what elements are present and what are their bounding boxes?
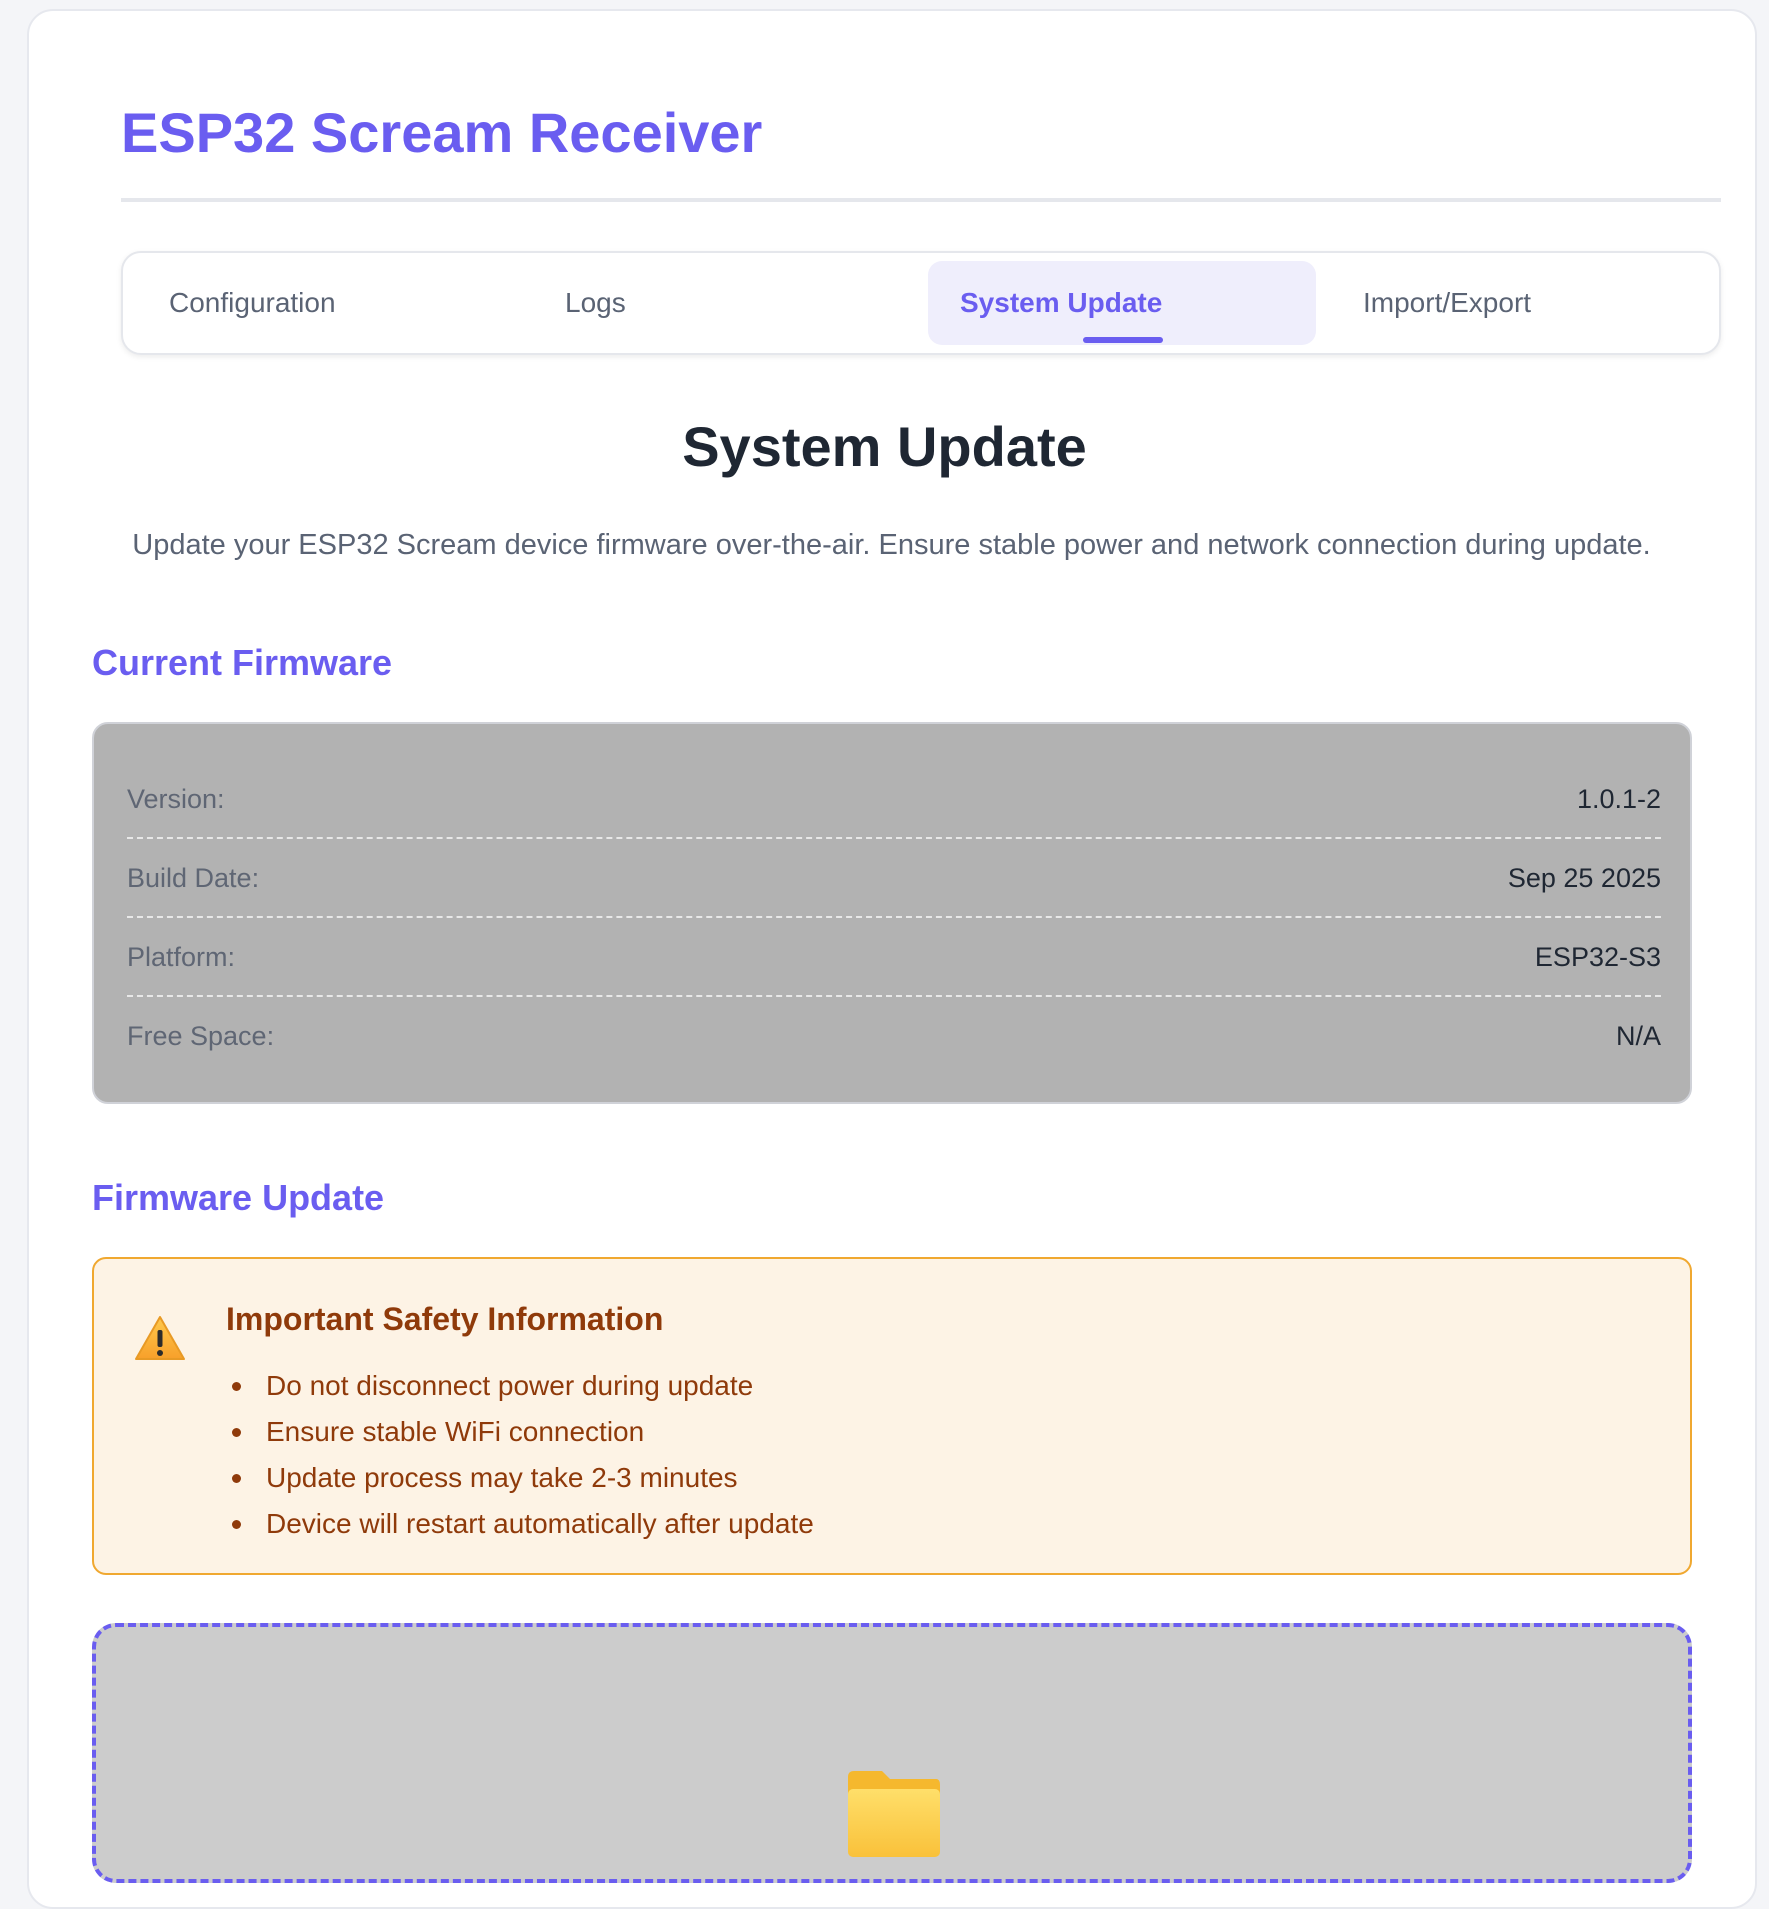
- warning-list: Do not disconnect power during update En…: [232, 1363, 814, 1547]
- info-row-build-date: Build Date: Sep 25 2025: [127, 839, 1661, 918]
- list-item: Update process may take 2-3 minutes: [232, 1455, 814, 1501]
- tab-logs[interactable]: Logs: [525, 261, 913, 345]
- info-value: ESP32-S3: [1534, 942, 1661, 972]
- list-item-text: Do not disconnect power during update: [266, 1370, 754, 1401]
- warning-title: Important Safety Information: [226, 1301, 664, 1337]
- tab-bar: Configuration Logs System Update Import/…: [121, 251, 1721, 355]
- firmware-file-dropzone[interactable]: [92, 1623, 1692, 1883]
- tab-label: Import/Export: [1363, 287, 1532, 318]
- tab-import-export[interactable]: Import/Export: [1323, 261, 1711, 345]
- info-key: Build Date:: [127, 863, 260, 893]
- info-key: Free Space:: [127, 1021, 275, 1051]
- tab-label: System Update: [960, 287, 1163, 318]
- info-value: N/A: [1615, 1021, 1661, 1051]
- current-firmware-panel: Version: 1.0.1-2 Build Date: Sep 25 2025…: [92, 722, 1692, 1104]
- list-item: Device will restart automatically after …: [232, 1501, 814, 1547]
- info-key: Version:: [127, 784, 225, 814]
- tab-label: Configuration: [169, 287, 336, 318]
- active-tab-indicator: [1083, 337, 1163, 343]
- list-item-text: Device will restart automatically after …: [266, 1508, 814, 1539]
- folder-icon: [848, 1771, 940, 1857]
- info-row-free-space: Free Space: N/A: [127, 997, 1661, 1076]
- list-item-text: Ensure stable WiFi connection: [266, 1416, 645, 1447]
- info-value: Sep 25 2025: [1507, 863, 1661, 893]
- list-item-text: Update process may take 2-3 minutes: [266, 1462, 738, 1493]
- tab-label: Logs: [565, 287, 626, 318]
- info-row-platform: Platform: ESP32-S3: [127, 918, 1661, 997]
- warning-icon: [135, 1316, 185, 1360]
- bullet: [232, 1520, 241, 1529]
- safety-warning-box: Important Safety Information Do not disc…: [92, 1257, 1692, 1575]
- app-title: ESP32 Scream Receiver: [121, 101, 763, 164]
- info-value: 1.0.1-2: [1576, 784, 1661, 814]
- bullet: [232, 1428, 241, 1437]
- list-item: Do not disconnect power during update: [232, 1363, 814, 1409]
- tab-configuration[interactable]: Configuration: [129, 261, 517, 345]
- info-key: Platform:: [127, 942, 236, 972]
- page-description: Update your ESP32 Scream device firmware…: [132, 529, 1651, 561]
- current-firmware-heading: Current Firmware: [92, 642, 393, 683]
- tab-system-update[interactable]: System Update: [928, 261, 1316, 345]
- list-item: Ensure stable WiFi connection: [232, 1409, 814, 1455]
- bullet: [232, 1474, 241, 1483]
- firmware-update-heading: Firmware Update: [92, 1177, 385, 1218]
- info-row-version: Version: 1.0.1-2: [127, 760, 1661, 839]
- title-divider: [121, 198, 1721, 202]
- bullet: [232, 1382, 241, 1391]
- page-title: System Update: [682, 415, 1087, 478]
